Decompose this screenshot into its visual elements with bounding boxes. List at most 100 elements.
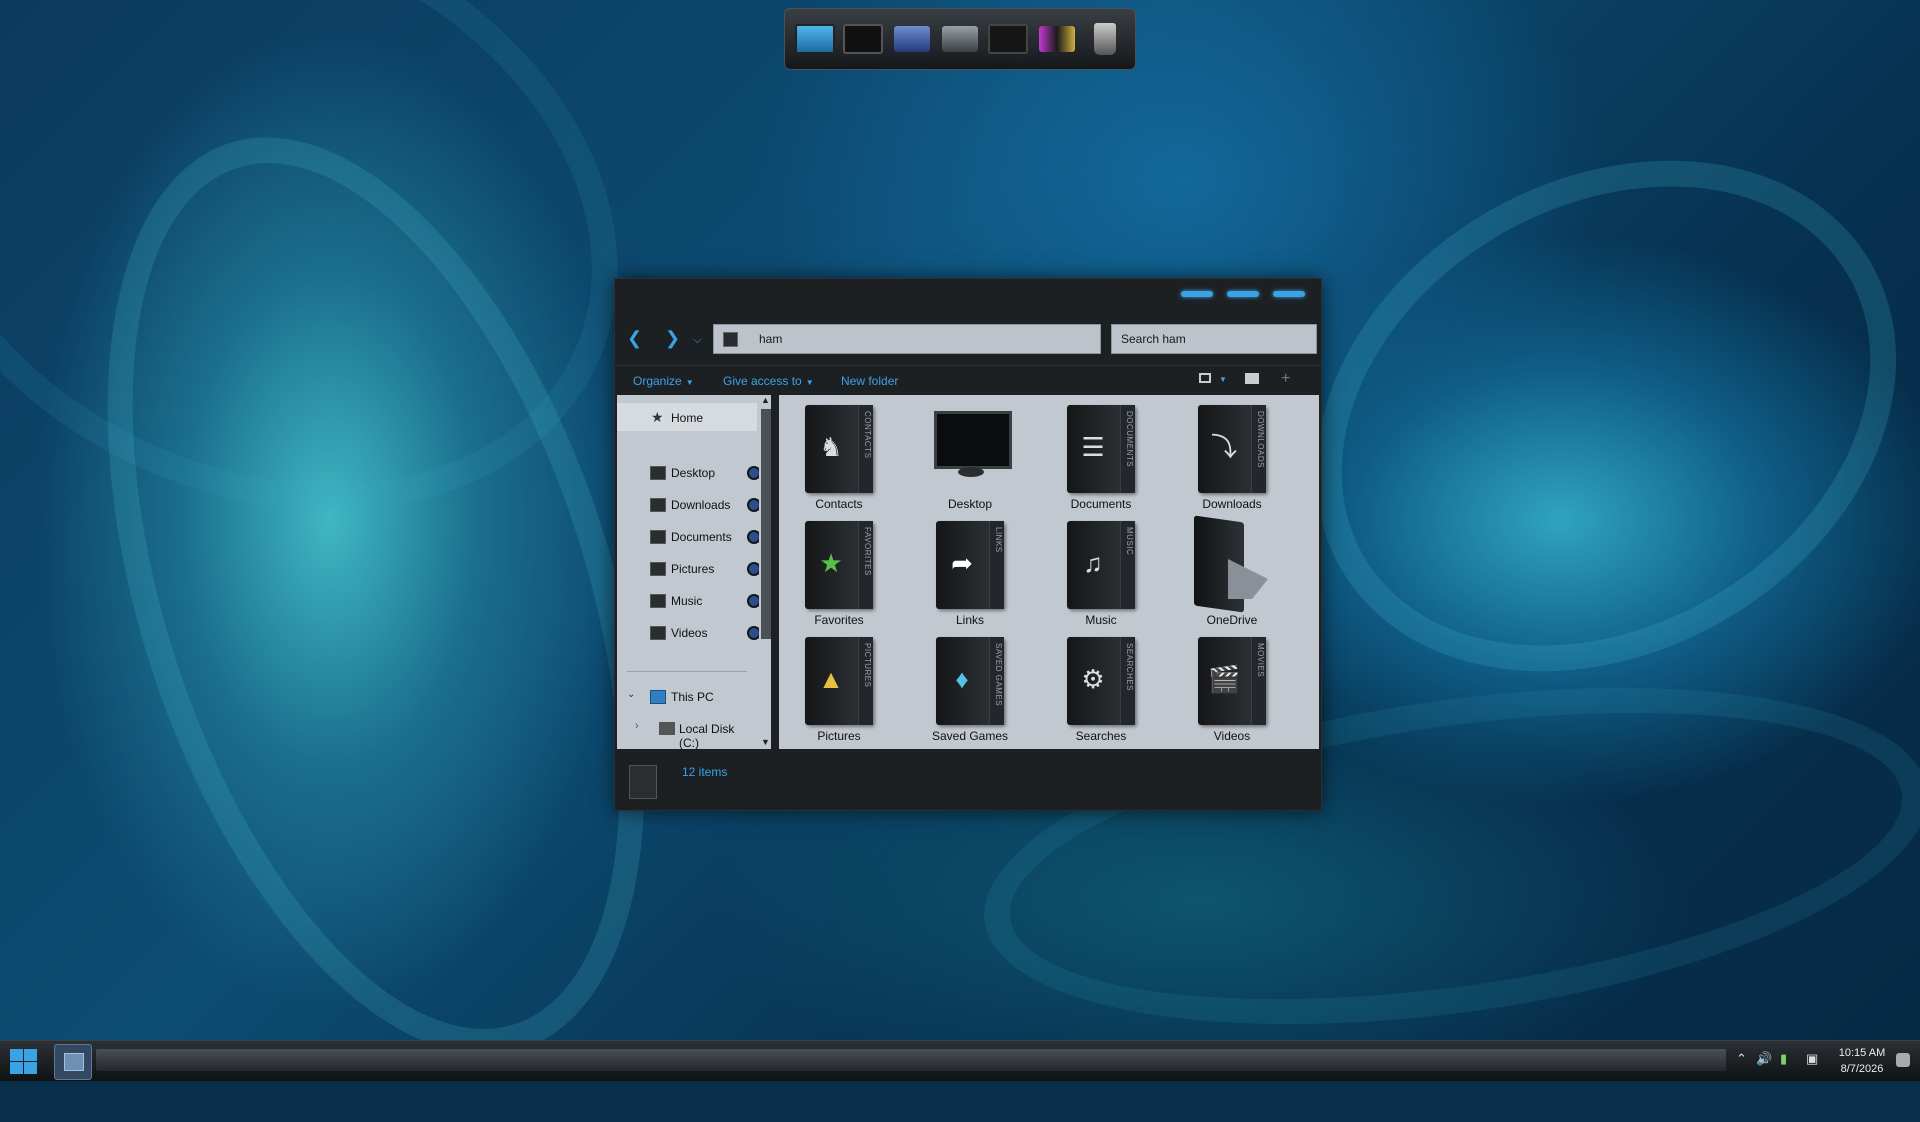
address-bar[interactable]: ham [713, 324, 1101, 354]
help-icon[interactable]: + [1281, 370, 1290, 388]
game-icon: ♦ [955, 664, 969, 694]
chevron-down-icon: ⌄ [627, 689, 636, 700]
folder-spine-label: PICTURES [863, 643, 872, 688]
organize-label: Organize [633, 374, 682, 388]
folder-item-links[interactable]: ➦ LINKS Links [910, 513, 1030, 629]
new-folder-label: New folder [841, 374, 899, 388]
folder-label: Videos [1213, 729, 1251, 743]
show-hidden-icons-chevron-icon[interactable]: ⌃ [1736, 1051, 1747, 1067]
sidebar-scrollbar[interactable]: ▲ ▼ [759, 395, 771, 749]
volume-icon[interactable]: 🔊 [1756, 1051, 1772, 1067]
folder-spine-label: MOVIES [1256, 643, 1265, 678]
download-arrow-icon: ⤵ [1210, 432, 1237, 462]
folder-item-desktop[interactable]: Desktop [910, 397, 1030, 513]
folder-item-searches[interactable]: ⚙ SEARCHES Searches [1041, 629, 1161, 745]
system-clock[interactable]: 10:15 AM 8/7/2026 [1830, 1045, 1894, 1077]
folder-spine-label: FAVORITES [863, 527, 872, 576]
scroll-thumb[interactable] [761, 409, 771, 639]
folder-label: Documents [1070, 497, 1132, 511]
windows-logo-icon [10, 1049, 23, 1061]
sidebar-item-documents[interactable]: Documents [617, 525, 761, 549]
videos-icon [650, 626, 666, 640]
sidebar-item-desktop[interactable]: Desktop [617, 461, 761, 485]
notification-icon[interactable] [1896, 1053, 1910, 1067]
dock [784, 8, 1136, 70]
explorer-window: ❮ ❯ ⌵ ham Search ham Organize ▼ Give acce… [614, 278, 1322, 811]
folder-label: Searches [1075, 729, 1127, 743]
computer-icon [650, 690, 666, 704]
organize-button[interactable]: Organize ▼ [633, 374, 694, 388]
folder-item-documents[interactable]: ☰ DOCUMENTS Documents [1041, 397, 1161, 513]
folder-item-videos[interactable]: 🎬 MOVIES Videos [1172, 629, 1292, 745]
scroll-up-icon[interactable]: ▲ [761, 395, 770, 405]
folder-label: Saved Games [931, 729, 1009, 743]
back-arrow-icon[interactable]: ❮ [627, 329, 642, 347]
scroll-down-icon[interactable]: ▼ [761, 737, 770, 747]
clock-date: 8/7/2026 [1840, 1063, 1884, 1075]
downloads-icon [650, 498, 666, 512]
search-input[interactable]: Search ham [1111, 324, 1317, 354]
recent-locations-chevron-icon[interactable]: ⌵ [693, 331, 701, 349]
folder-item-onedrive[interactable]: OneDrive [1172, 513, 1292, 629]
folder-spine-label: LINKS [994, 527, 1003, 553]
sidebar-item-label: Desktop [671, 466, 716, 480]
star-icon: ★ [819, 548, 843, 578]
windows-logo-icon [24, 1062, 37, 1074]
network-icon[interactable]: ▣ [1806, 1051, 1818, 1067]
folder-item-pictures[interactable]: ▲ PICTURES Pictures [779, 629, 899, 745]
dock-monitor-icon[interactable] [795, 19, 836, 59]
music-icon [650, 594, 666, 608]
status-bar: 12 items [615, 751, 1321, 809]
folder-item-contacts[interactable]: ♞ CONTACTS Contacts [779, 397, 899, 513]
folder-spine-label: DOCUMENTS [1125, 411, 1134, 468]
folder-item-favorites[interactable]: ★ FAVORITES Favorites [779, 513, 899, 629]
dock-network-icon[interactable] [843, 19, 884, 59]
preview-pane-icon[interactable] [1245, 373, 1259, 384]
monitor-stand [958, 467, 984, 477]
sidebar-item-pictures[interactable]: Pictures [617, 557, 761, 581]
minimize-button[interactable] [1181, 291, 1213, 297]
dock-control-panel-icon[interactable] [892, 19, 932, 59]
folder-icon [723, 332, 738, 347]
sidebar-item-this-pc[interactable]: ⌄ This PC [617, 685, 757, 709]
sidebar-item-music[interactable]: Music [617, 589, 761, 613]
sidebar-item-local-disk[interactable]: › Local Disk (C:) [617, 717, 757, 749]
folder-item-downloads[interactable]: ⤵ DOWNLOADS Downloads [1172, 397, 1292, 513]
forward-arrow-icon[interactable]: ❯ [665, 329, 680, 347]
folder-label: Contacts [815, 497, 863, 511]
dock-media-icon[interactable] [1037, 19, 1077, 59]
folder-label: Pictures [817, 729, 861, 743]
sidebar-item-label: Videos [671, 626, 708, 640]
battery-icon[interactable]: ▮ [1780, 1051, 1787, 1067]
taskbar-track [96, 1049, 1726, 1071]
contacts-icon [629, 765, 657, 799]
sidebar-item-downloads[interactable]: Downloads [617, 493, 761, 517]
sidebar-item-home[interactable]: ★ Home [617, 403, 757, 431]
view-options-icon[interactable] [1199, 373, 1211, 383]
dock-user-icon[interactable] [988, 19, 1029, 59]
folder-label: Desktop [947, 497, 993, 511]
item-count: 12 items [682, 765, 728, 779]
contacts-icon: ♞ [819, 432, 843, 462]
dock-recycle-bin-icon[interactable] [1085, 19, 1125, 59]
maximize-button[interactable] [1227, 291, 1259, 297]
folder-label: Favorites [814, 613, 864, 627]
start-button[interactable] [8, 1047, 38, 1075]
chevron-down-icon[interactable]: ▼ [1219, 375, 1227, 384]
sidebar-item-label: Documents [671, 530, 732, 544]
close-button[interactable] [1273, 291, 1305, 297]
taskbar-app-explorer[interactable] [54, 1044, 92, 1080]
explorer-icon [64, 1053, 84, 1071]
sidebar-item-label: Local Disk (C:) [679, 722, 735, 749]
windows-logo-icon [10, 1062, 23, 1074]
dock-drive-icon[interactable] [940, 19, 980, 59]
sidebar-item-videos[interactable]: Videos [617, 621, 761, 645]
pictures-icon: ▲ [818, 664, 844, 694]
new-folder-button[interactable]: New folder [841, 374, 898, 388]
folder-item-music[interactable]: ♫ MUSIC Music [1041, 513, 1161, 629]
folder-item-saved-games[interactable]: ♦ SAVED GAMES Saved Games [910, 629, 1030, 745]
navigation-bar: ❮ ❯ ⌵ ham Search ham [615, 321, 1321, 357]
give-access-button[interactable]: Give access to ▼ [723, 374, 814, 388]
command-bar: Organize ▼ Give access to ▼ New folder ▼ + [615, 365, 1321, 394]
chevron-down-icon: ▼ [805, 378, 814, 387]
